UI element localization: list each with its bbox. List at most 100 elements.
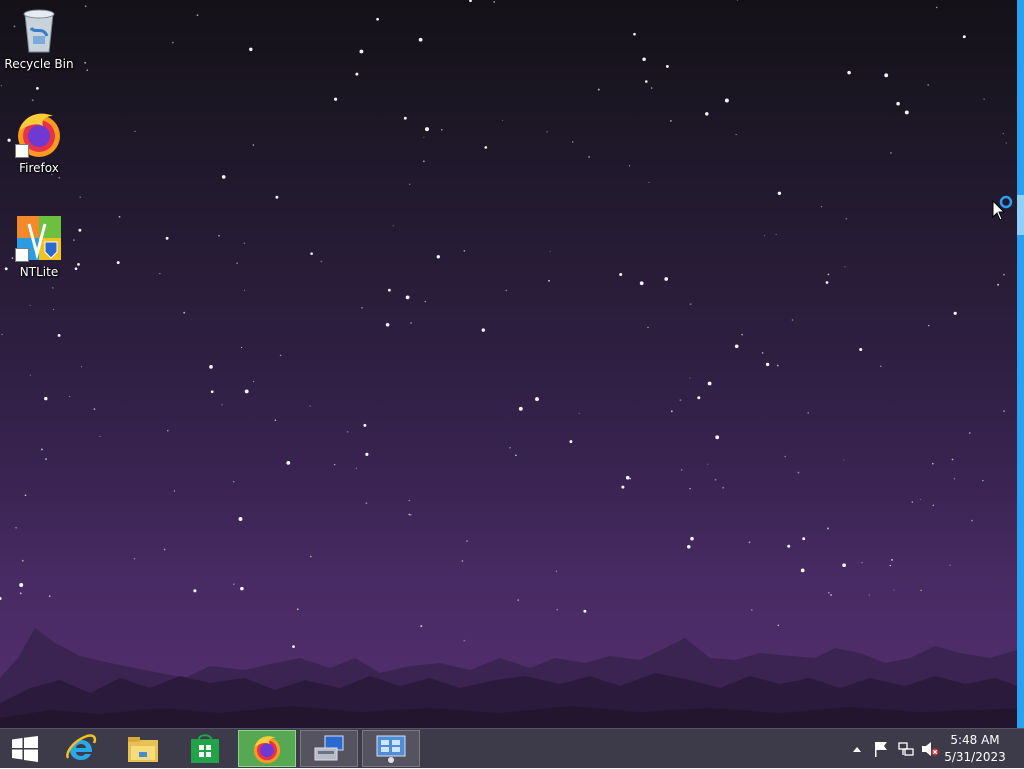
- star: [556, 609, 558, 611]
- star: [689, 487, 691, 490]
- star: [236, 262, 238, 264]
- star: [633, 32, 636, 36]
- star: [690, 536, 694, 541]
- desktop-wallpaper[interactable]: Recycle Bin Firefox NTLite: [0, 0, 1024, 728]
- star: [1003, 273, 1005, 276]
- star: [361, 306, 363, 309]
- star: [845, 217, 848, 220]
- star: [669, 119, 672, 122]
- taskbar-internet-explorer[interactable]: [52, 730, 110, 767]
- star: [715, 435, 720, 440]
- star: [333, 463, 336, 466]
- star: [735, 134, 737, 136]
- desktop-icon-label: Recycle Bin: [4, 57, 74, 71]
- star: [193, 589, 197, 593]
- star: [21, 559, 24, 562]
- star: [689, 377, 691, 379]
- star: [279, 354, 282, 357]
- star: [844, 266, 846, 268]
- desktop-icon-firefox[interactable]: Firefox: [1, 110, 77, 175]
- star: [761, 352, 764, 354]
- network-button[interactable]: [896, 729, 916, 769]
- firefox-icon: [253, 735, 281, 763]
- star: [776, 364, 779, 367]
- star: [31, 99, 34, 102]
- star: [0, 597, 2, 600]
- star: [385, 323, 390, 327]
- star: [173, 490, 176, 492]
- clock[interactable]: 5:48 AM 5/31/2023: [940, 732, 1010, 766]
- volume-button[interactable]: [920, 729, 940, 769]
- taskbar-firefox[interactable]: [238, 730, 296, 767]
- taskbar-control-panel[interactable]: [362, 730, 420, 767]
- star: [51, 287, 54, 289]
- star: [569, 440, 573, 444]
- star: [997, 283, 1000, 286]
- taskbar-store[interactable]: [176, 730, 234, 767]
- star: [249, 47, 253, 52]
- star: [629, 477, 631, 480]
- star: [968, 432, 971, 434]
- star: [84, 5, 87, 8]
- taskbar-file-explorer[interactable]: [114, 730, 172, 767]
- star: [787, 544, 791, 548]
- desktop-icon-recycle-bin[interactable]: Recycle Bin: [1, 6, 77, 71]
- star: [825, 281, 829, 284]
- star: [884, 73, 889, 78]
- star: [935, 6, 938, 9]
- star: [209, 365, 213, 369]
- star: [0, 85, 2, 87]
- star: [410, 322, 412, 324]
- star: [765, 362, 770, 367]
- star: [53, 308, 55, 310]
- star: [645, 80, 648, 83]
- charms-edge-indicator: [1017, 195, 1024, 235]
- desktop-icon-ntlite[interactable]: NTLite: [1, 214, 77, 279]
- star: [481, 328, 485, 332]
- star: [734, 344, 739, 349]
- star: [172, 41, 174, 44]
- star: [48, 595, 51, 598]
- star: [355, 467, 357, 469]
- shortcut-arrow-icon: [15, 144, 29, 158]
- star: [621, 485, 625, 489]
- star: [639, 281, 644, 286]
- star: [167, 429, 169, 432]
- star: [58, 177, 60, 179]
- star: [689, 303, 692, 305]
- star: [1005, 142, 1007, 144]
- start-button[interactable]: [0, 730, 50, 767]
- star: [571, 141, 574, 143]
- star: [687, 545, 691, 549]
- clock-date: 5/31/2023: [944, 750, 1006, 764]
- star: [243, 289, 245, 291]
- show-hidden-icons-button[interactable]: [850, 729, 864, 769]
- star: [707, 463, 709, 465]
- clock-time: 5:48 AM: [950, 733, 1000, 747]
- star: [515, 454, 517, 457]
- star: [535, 397, 539, 402]
- action-center-button[interactable]: [872, 729, 890, 769]
- star: [99, 435, 101, 437]
- ntlite-icon: [15, 214, 63, 262]
- star: [859, 347, 863, 352]
- star: [86, 69, 89, 72]
- star: [84, 61, 87, 64]
- star: [705, 112, 709, 116]
- flag-icon: [875, 742, 887, 757]
- star: [238, 517, 243, 521]
- taskbar-device-manager[interactable]: [300, 730, 358, 767]
- star: [77, 263, 80, 266]
- star: [784, 455, 786, 458]
- star: [807, 412, 809, 414]
- star: [309, 405, 311, 407]
- star: [422, 160, 425, 163]
- star: [777, 191, 782, 196]
- star: [45, 458, 47, 461]
- charms-hot-edge[interactable]: [1017, 0, 1024, 728]
- star: [597, 88, 600, 91]
- star: [275, 195, 279, 199]
- star: [24, 494, 27, 497]
- star: [436, 255, 441, 259]
- star: [469, 0, 472, 3]
